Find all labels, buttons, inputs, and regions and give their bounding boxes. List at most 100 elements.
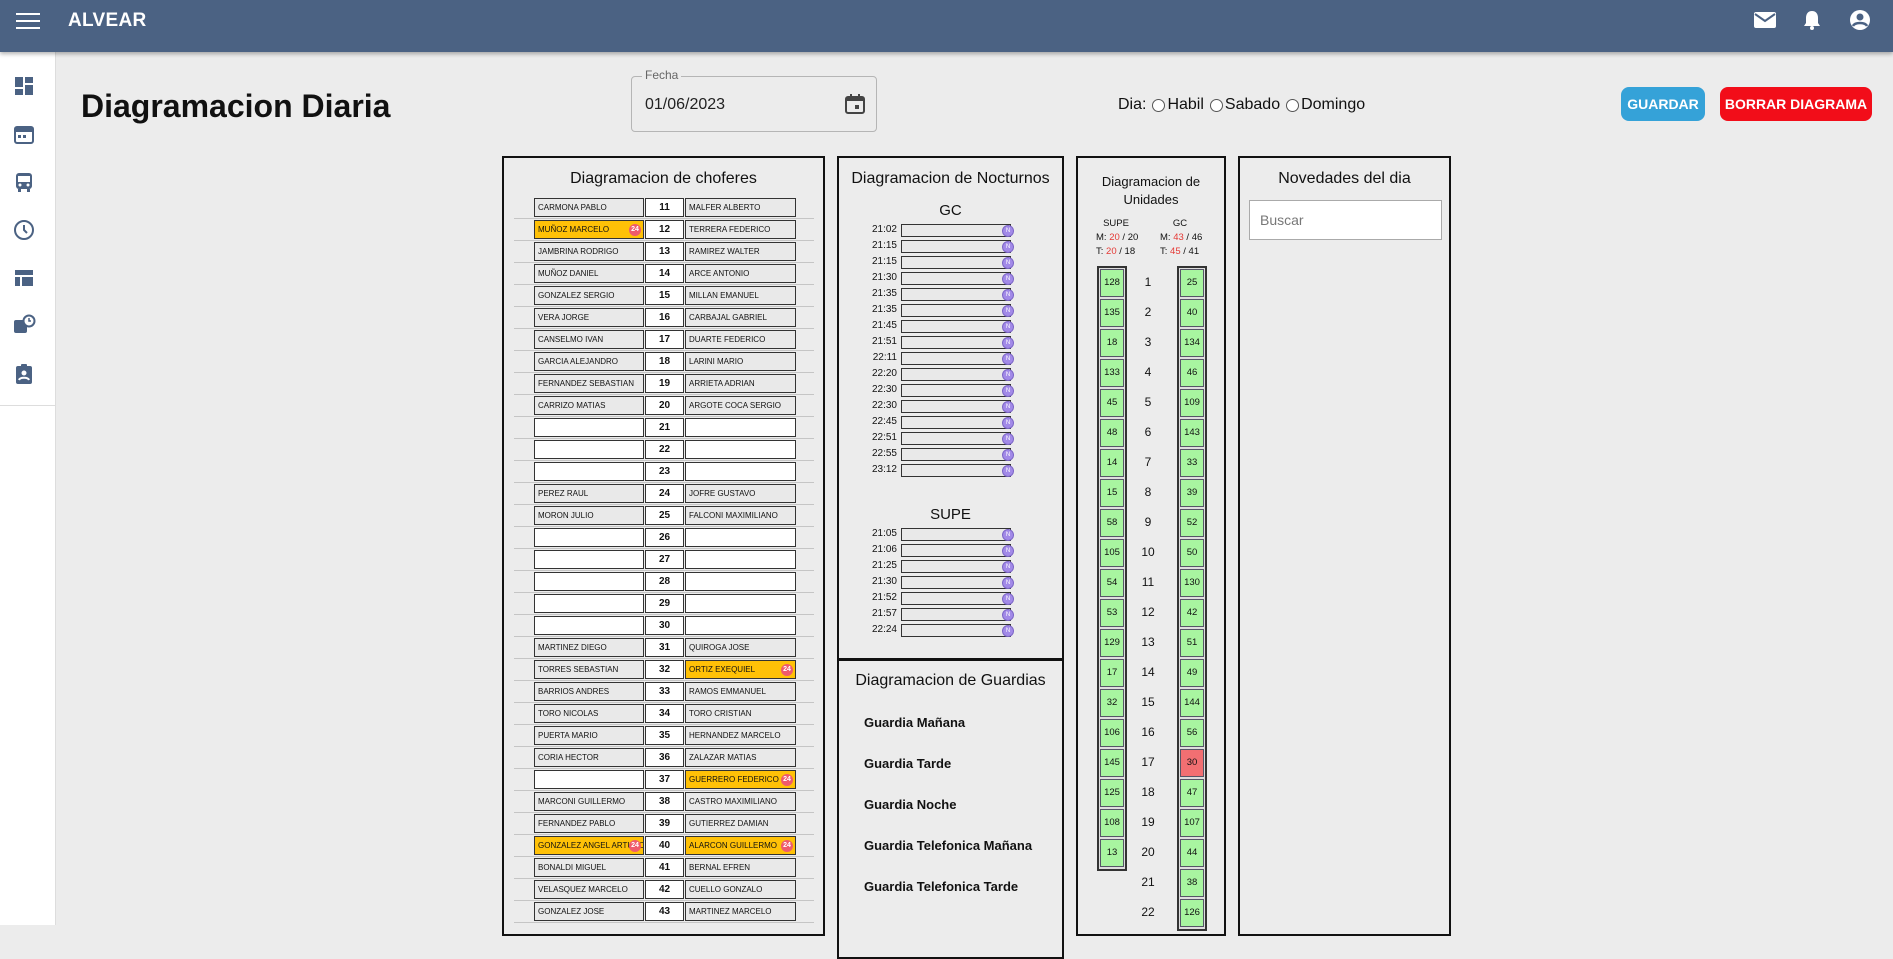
driver-slot-right[interactable]: RAMOS EMMANUEL xyxy=(685,682,796,701)
account-icon[interactable] xyxy=(1849,9,1875,31)
driver-slot-left[interactable] xyxy=(534,616,644,635)
night-driver-field[interactable] xyxy=(901,528,1011,541)
night-driver-field[interactable] xyxy=(901,256,1011,269)
supe-unit[interactable]: 133 xyxy=(1100,359,1124,387)
gc-unit[interactable]: 46 xyxy=(1180,359,1204,387)
gc-unit[interactable]: 107 xyxy=(1180,809,1204,837)
driver-slot-right[interactable]: LARINI MARIO xyxy=(685,352,796,371)
driver-slot-right[interactable]: MILLAN EMANUEL xyxy=(685,286,796,305)
driver-slot-right[interactable] xyxy=(685,616,796,635)
bus-icon[interactable] xyxy=(12,170,36,194)
supe-unit[interactable]: 129 xyxy=(1100,629,1124,657)
driver-slot-right[interactable]: MARTINEZ MARCELO xyxy=(685,902,796,921)
driver-slot-right[interactable] xyxy=(685,594,796,613)
supe-unit[interactable]: 32 xyxy=(1100,689,1124,717)
driver-slot-left[interactable]: MORON JULIO xyxy=(534,506,644,525)
driver-slot-left[interactable]: GARCIA ALEJANDRO xyxy=(534,352,644,371)
night-driver-field[interactable] xyxy=(901,224,1011,237)
calendar-picker-icon[interactable] xyxy=(844,93,866,115)
supe-unit[interactable]: 128 xyxy=(1100,269,1124,297)
gc-unit[interactable]: 143 xyxy=(1180,419,1204,447)
driver-slot-right[interactable]: ALARCON GUILLERMO 24 xyxy=(685,836,796,855)
driver-slot-right[interactable] xyxy=(685,418,796,437)
driver-slot-right[interactable]: ARGOTE COCA SERGIO xyxy=(685,396,796,415)
gc-unit[interactable]: 50 xyxy=(1180,539,1204,567)
table-icon[interactable] xyxy=(12,266,36,290)
supe-unit[interactable]: 17 xyxy=(1100,659,1124,687)
gc-unit[interactable]: 33 xyxy=(1180,449,1204,477)
driver-slot-right[interactable]: MALFER ALBERTO xyxy=(685,198,796,217)
delete-diagram-button[interactable]: BORRAR DIAGRAMA xyxy=(1720,87,1872,121)
driver-slot-left[interactable]: BARRIOS ANDRES xyxy=(534,682,644,701)
driver-slot-right[interactable]: GUTIERREZ DAMIAN xyxy=(685,814,796,833)
driver-slot-right[interactable]: TERRERA FEDERICO xyxy=(685,220,796,239)
driver-slot-left[interactable]: GONZALEZ ANGEL ARTURO 24 xyxy=(534,836,644,855)
night-driver-field[interactable] xyxy=(901,608,1011,621)
radio-habil[interactable]: Habil xyxy=(1152,96,1204,114)
gc-unit[interactable]: 49 xyxy=(1180,659,1204,687)
night-driver-field[interactable] xyxy=(901,448,1011,461)
driver-slot-left[interactable]: MUÑOZ MARCELO 24 xyxy=(534,220,644,239)
driver-slot-right[interactable]: QUIROGA JOSE xyxy=(685,638,796,657)
driver-slot-right[interactable]: BERNAL EFREN xyxy=(685,858,796,877)
date-field-value[interactable]: 01/06/2023 xyxy=(645,96,725,114)
supe-unit[interactable]: 14 xyxy=(1100,449,1124,477)
guard-phone-afternoon[interactable]: Guardia Telefonica Tarde xyxy=(864,879,1018,894)
night-driver-field[interactable] xyxy=(901,432,1011,445)
menu-icon[interactable] xyxy=(16,13,40,29)
driver-slot-left[interactable] xyxy=(534,550,644,569)
night-driver-field[interactable] xyxy=(901,384,1011,397)
dashboard-icon[interactable] xyxy=(12,74,36,98)
driver-slot-left[interactable]: CANSELMO IVAN xyxy=(534,330,644,349)
driver-slot-right[interactable] xyxy=(685,440,796,459)
driver-slot-left[interactable]: GONZALEZ SERGIO xyxy=(534,286,644,305)
driver-slot-left[interactable]: CARRIZO MATIAS xyxy=(534,396,644,415)
driver-slot-left[interactable]: GONZALEZ JOSE xyxy=(534,902,644,921)
night-driver-field[interactable] xyxy=(901,368,1011,381)
supe-unit[interactable]: 45 xyxy=(1100,389,1124,417)
driver-slot-left[interactable]: FERNANDEZ PABLO xyxy=(534,814,644,833)
driver-slot-right[interactable] xyxy=(685,572,796,591)
radio-circle[interactable] xyxy=(1286,98,1300,112)
driver-slot-left[interactable]: MARCONI GUILLERMO xyxy=(534,792,644,811)
gc-unit[interactable]: 144 xyxy=(1180,689,1204,717)
clock-icon[interactable] xyxy=(12,218,36,242)
driver-slot-right[interactable] xyxy=(685,462,796,481)
gc-unit[interactable]: 109 xyxy=(1180,389,1204,417)
driver-slot-left[interactable]: BONALDI MIGUEL xyxy=(534,858,644,877)
gc-unit[interactable]: 134 xyxy=(1180,329,1204,357)
night-driver-field[interactable] xyxy=(901,320,1011,333)
driver-slot-left[interactable] xyxy=(534,528,644,547)
driver-slot-left[interactable]: FERNANDEZ SEBASTIAN xyxy=(534,374,644,393)
calendar-icon[interactable] xyxy=(12,122,36,146)
night-driver-field[interactable] xyxy=(901,560,1011,573)
driver-slot-left[interactable]: PUERTA MARIO xyxy=(534,726,644,745)
gc-unit[interactable]: 38 xyxy=(1180,869,1204,897)
driver-slot-right[interactable]: ZALAZAR MATIAS xyxy=(685,748,796,767)
gc-unit[interactable]: 47 xyxy=(1180,779,1204,807)
driver-slot-right[interactable]: GUERRERO FEDERICO 24 xyxy=(685,770,796,789)
supe-unit[interactable]: 15 xyxy=(1100,479,1124,507)
night-driver-field[interactable] xyxy=(901,240,1011,253)
driver-slot-right[interactable]: ARCE ANTONIO xyxy=(685,264,796,283)
supe-unit[interactable]: 53 xyxy=(1100,599,1124,627)
driver-slot-left[interactable] xyxy=(534,594,644,613)
driver-slot-right[interactable]: CASTRO MAXIMILIANO xyxy=(685,792,796,811)
night-driver-field[interactable] xyxy=(901,352,1011,365)
night-driver-field[interactable] xyxy=(901,576,1011,589)
bus-schedule-icon[interactable] xyxy=(12,314,36,338)
driver-slot-right[interactable]: DUARTE FEDERICO xyxy=(685,330,796,349)
guard-afternoon[interactable]: Guardia Tarde xyxy=(864,756,951,771)
gc-unit[interactable]: 39 xyxy=(1180,479,1204,507)
gc-unit[interactable]: 52 xyxy=(1180,509,1204,537)
driver-slot-left[interactable]: VERA JORGE xyxy=(534,308,644,327)
supe-unit[interactable]: 48 xyxy=(1100,419,1124,447)
driver-slot-right[interactable]: TORO CRISTIAN xyxy=(685,704,796,723)
night-driver-field[interactable] xyxy=(901,416,1011,429)
driver-slot-left[interactable] xyxy=(534,770,644,789)
driver-slot-left[interactable]: PEREZ RAUL xyxy=(534,484,644,503)
driver-slot-left[interactable] xyxy=(534,462,644,481)
night-driver-field[interactable] xyxy=(901,592,1011,605)
gc-unit[interactable]: 25 xyxy=(1180,269,1204,297)
supe-unit[interactable]: 108 xyxy=(1100,809,1124,837)
